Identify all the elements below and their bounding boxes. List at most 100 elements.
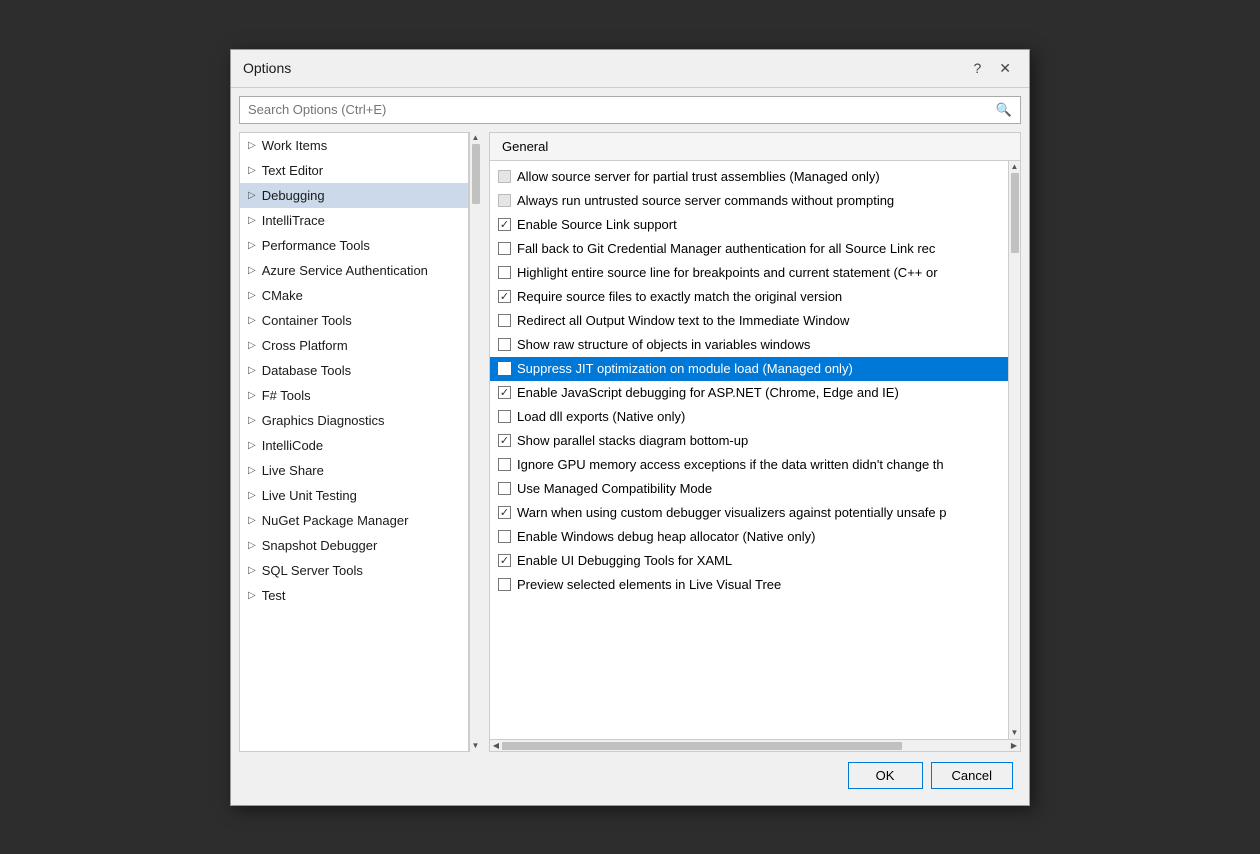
sidebar-scroll-down[interactable]: ▼	[470, 740, 482, 752]
option-row[interactable]: ✓Ignore GPU memory access exceptions if …	[490, 453, 1008, 477]
sidebar-item-label: Performance Tools	[262, 238, 370, 253]
option-row[interactable]: ✓ Highlight entire source line for breakp…	[490, 261, 1008, 285]
option-row[interactable]: ✓ Show parallel stacks diagram bottom-up	[490, 429, 1008, 453]
content-scroll-right[interactable]: ▶	[1008, 740, 1020, 751]
cancel-button[interactable]: Cancel	[931, 762, 1013, 789]
check-mark: ✓	[500, 434, 509, 447]
option-text: Load dll exports (Native only)	[517, 409, 685, 424]
content-scroll-up[interactable]: ▲	[1009, 161, 1021, 173]
arrow-icon: ▷	[248, 340, 256, 351]
checkbox[interactable]: ✓	[498, 242, 511, 255]
close-button[interactable]: ✕	[993, 58, 1017, 79]
options-dialog: Options ? ✕ 🔍 ▷Work Items▷Text Editor▷De…	[230, 49, 1030, 806]
arrow-icon: ▷	[248, 540, 256, 551]
option-text: Enable JavaScript debugging for ASP.NET …	[517, 385, 899, 400]
option-text: Allow source server for partial trust as…	[517, 169, 880, 184]
option-text: Suppress JIT optimization on module load…	[517, 361, 853, 376]
arrow-icon: ▷	[248, 365, 256, 376]
sidebar-item-azure-service-authentication[interactable]: ▷Azure Service Authentication	[240, 258, 468, 283]
content-scroll-down[interactable]: ▼	[1009, 727, 1021, 739]
option-row[interactable]: ✓Require source files to exactly match t…	[490, 285, 1008, 309]
checkbox[interactable]: ✓	[498, 554, 511, 567]
sidebar-item-label: Database Tools	[262, 363, 351, 378]
option-row[interactable]: ✓Preview selected elements in Live Visua…	[490, 573, 1008, 597]
option-row[interactable]: ✓Enable Windows debug heap allocator (Na…	[490, 525, 1008, 549]
sidebar-item-container-tools[interactable]: ▷Container Tools	[240, 308, 468, 333]
checkbox[interactable]: ✓	[498, 218, 511, 231]
checkbox[interactable]: ✓	[498, 530, 511, 543]
checkbox[interactable]: ✓	[498, 434, 511, 447]
bottom-bar: OK Cancel	[239, 752, 1021, 797]
sidebar-item-snapshot-debugger[interactable]: ▷Snapshot Debugger	[240, 533, 468, 558]
sidebar-item-nuget-package-manager[interactable]: ▷NuGet Package Manager	[240, 508, 468, 533]
option-row[interactable]: ✓ Always run untrusted source server comm…	[490, 189, 1008, 213]
content-scrollbar-v: ▲ ▼	[1008, 161, 1020, 739]
sidebar-item-live-share[interactable]: ▷Live Share	[240, 458, 468, 483]
sidebar-item-intellicode[interactable]: ▷IntelliCode	[240, 433, 468, 458]
sidebar-item-live-unit-testing[interactable]: ▷Live Unit Testing	[240, 483, 468, 508]
checkbox[interactable]: ✓	[498, 578, 511, 591]
checkbox[interactable]: ✓	[498, 386, 511, 399]
option-row[interactable]: ✓ Show raw structure of objects in variab…	[490, 333, 1008, 357]
checkbox[interactable]: ✓	[498, 290, 511, 303]
sidebar-item-label: Graphics Diagnostics	[262, 413, 385, 428]
sidebar-item-cross-platform[interactable]: ▷Cross Platform	[240, 333, 468, 358]
option-text: Show raw structure of objects in variabl…	[517, 337, 810, 352]
sidebar-item-performance-tools[interactable]: ▷Performance Tools	[240, 233, 468, 258]
sidebar-item-test[interactable]: ▷Test	[240, 583, 468, 608]
checkbox[interactable]: ✓	[498, 170, 511, 183]
checkbox[interactable]: ✓	[498, 506, 511, 519]
option-row[interactable]: ✓Enable Source Link support	[490, 213, 1008, 237]
checkbox[interactable]: ✓	[498, 194, 511, 207]
option-row[interactable]: ✓Use Managed Compatibility Mode	[490, 477, 1008, 501]
arrow-icon: ▷	[248, 165, 256, 176]
sidebar-item-cmake[interactable]: ▷CMake	[240, 283, 468, 308]
checkbox[interactable]: ✓	[498, 314, 511, 327]
checkbox[interactable]: ✓	[498, 362, 511, 375]
option-row[interactable]: ✓ Load dll exports (Native only)	[490, 405, 1008, 429]
sidebar-item-intellitrace[interactable]: ▷IntelliTrace	[240, 208, 468, 233]
option-row[interactable]: ✓Enable UI Debugging Tools for XAML	[490, 549, 1008, 573]
option-row[interactable]: ✓Redirect all Output Window text to the …	[490, 309, 1008, 333]
sidebar-scroll-up[interactable]: ▲	[470, 132, 482, 144]
help-button[interactable]: ?	[967, 58, 987, 78]
option-row[interactable]: ✓ Suppress JIT optimization on module loa…	[490, 357, 1008, 381]
check-mark: ✓	[500, 506, 509, 519]
sidebar-item-label: Work Items	[262, 138, 328, 153]
content-hscroll-thumb[interactable]	[502, 742, 902, 750]
checkbox[interactable]: ✓	[498, 482, 511, 495]
option-row[interactable]: ✓ Allow source server for partial trust a…	[490, 165, 1008, 189]
arrow-icon: ▷	[248, 265, 256, 276]
checkbox[interactable]: ✓	[498, 266, 511, 279]
content-scroll-left[interactable]: ◀	[490, 740, 502, 751]
content-scroll-thumb[interactable]	[1011, 173, 1019, 253]
sidebar-item-debugging[interactable]: ▷Debugging	[240, 183, 468, 208]
checkbox[interactable]: ✓	[498, 338, 511, 351]
sidebar-item-f#-tools[interactable]: ▷F# Tools	[240, 383, 468, 408]
checkbox[interactable]: ✓	[498, 458, 511, 471]
sidebar-scrollbar: ▲ ▼	[469, 132, 481, 752]
option-text: Show parallel stacks diagram bottom-up	[517, 433, 748, 448]
sidebar-wrapper: ▷Work Items▷Text Editor▷Debugging▷Intell…	[239, 132, 481, 752]
option-row[interactable]: ✓Warn when using custom debugger visuali…	[490, 501, 1008, 525]
sidebar-item-database-tools[interactable]: ▷ Database Tools	[240, 358, 468, 383]
check-mark: ✓	[500, 290, 509, 303]
sidebar-item-sql-server-tools[interactable]: ▷SQL Server Tools	[240, 558, 468, 583]
option-text: Always run untrusted source server comma…	[517, 193, 894, 208]
checkbox[interactable]: ✓	[498, 410, 511, 423]
option-row[interactable]: ✓ Enable JavaScript debugging for ASP.NET…	[490, 381, 1008, 405]
option-text: Highlight entire source line for breakpo…	[517, 265, 938, 280]
check-mark: ✓	[500, 362, 509, 375]
sidebar-scroll-track	[470, 144, 481, 740]
sidebar-item-text-editor[interactable]: ▷Text Editor	[240, 158, 468, 183]
sidebar-item-work-items[interactable]: ▷Work Items	[240, 133, 468, 158]
sidebar-scroll-thumb[interactable]	[472, 144, 480, 204]
sidebar-item-label: Debugging	[262, 188, 325, 203]
content-scroll-track	[1009, 173, 1020, 727]
ok-button[interactable]: OK	[848, 762, 923, 789]
search-input[interactable]	[240, 102, 988, 117]
arrow-icon: ▷	[248, 465, 256, 476]
option-row[interactable]: ✓Fall back to Git Credential Manager aut…	[490, 237, 1008, 261]
content-title: General	[490, 133, 1020, 161]
sidebar-item-graphics-diagnostics[interactable]: ▷Graphics Diagnostics	[240, 408, 468, 433]
